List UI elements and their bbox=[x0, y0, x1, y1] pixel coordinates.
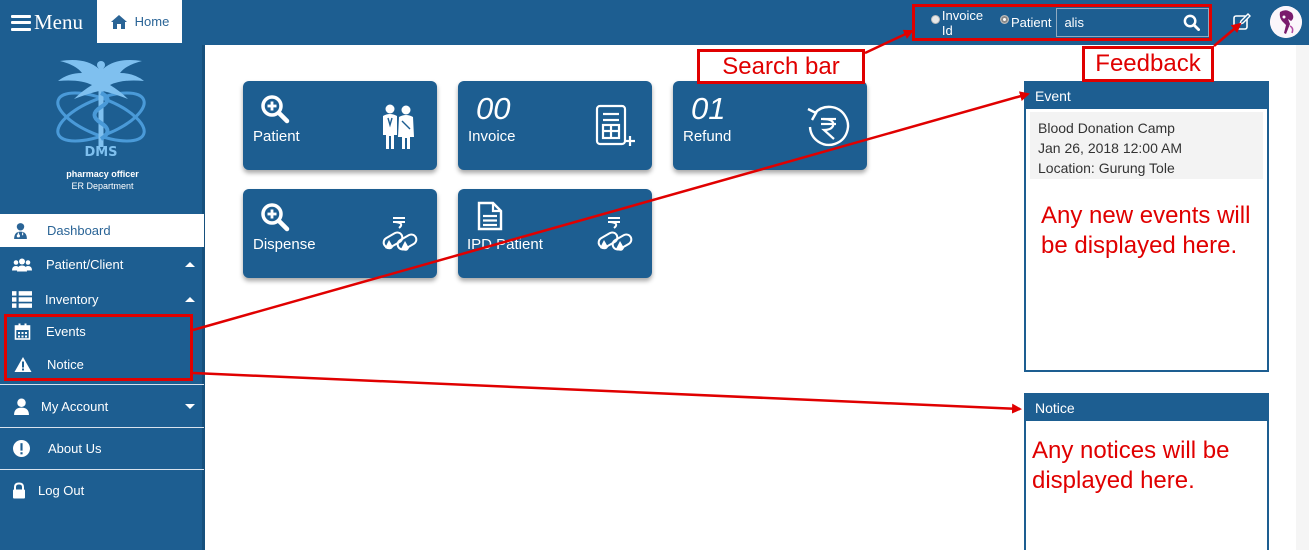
user-md-icon bbox=[14, 223, 27, 239]
notice-annotation: Any notices will be displayed here. bbox=[1032, 437, 1230, 494]
rupee-refund-icon bbox=[807, 105, 850, 147]
document-icon bbox=[477, 201, 503, 231]
sidebar-item-dashboard[interactable]: Dashboard bbox=[0, 214, 204, 247]
radio-invoice-id[interactable]: Invoice Id bbox=[931, 8, 997, 38]
search-icon[interactable] bbox=[1183, 14, 1200, 31]
tile-dispense[interactable]: Dispense bbox=[243, 189, 437, 278]
event-panel: Event Blood Donation Camp Jan 26, 2018 1… bbox=[1024, 81, 1269, 372]
svg-text:DMS: DMS bbox=[84, 145, 117, 160]
tile-refund[interactable]: 01 Refund bbox=[673, 81, 867, 170]
chevron-up-icon bbox=[185, 262, 195, 267]
search-plus-icon bbox=[261, 203, 290, 232]
notice-panel: Notice Any notices will be displayed her… bbox=[1024, 393, 1269, 550]
scrollbar[interactable] bbox=[1296, 45, 1309, 550]
sidebar-item-label: Log Out bbox=[38, 483, 85, 498]
user-icon bbox=[14, 398, 29, 415]
user-avatar[interactable] bbox=[1270, 6, 1302, 38]
sidebar-divider bbox=[0, 384, 204, 385]
sidebar-item-label: Dashboard bbox=[47, 223, 111, 238]
sidebar-item-patient-client[interactable]: Patient/Client bbox=[0, 248, 204, 281]
user-department: ER Department bbox=[71, 181, 134, 191]
radio-patient[interactable]: Patient bbox=[999, 15, 1052, 30]
dms-logo: DMS bbox=[56, 60, 146, 160]
search-bar-callout: Search bar bbox=[697, 49, 865, 84]
tile-label: IPD Patient bbox=[467, 236, 543, 253]
event-location: Location: Gurung Tole bbox=[1038, 160, 1175, 176]
tile-label: Dispense bbox=[253, 236, 316, 253]
feedback-callout: Feedback bbox=[1082, 46, 1214, 82]
sidebar: DMS pharmacy officer ER Department Dashb… bbox=[0, 45, 205, 550]
sidebar-item-label: Inventory bbox=[45, 292, 99, 307]
menu-toggle-button[interactable]: Menu bbox=[0, 0, 97, 45]
event-panel-title: Event bbox=[1026, 83, 1267, 109]
capsule-dispense-icon bbox=[597, 217, 633, 251]
tile-count: 01 bbox=[691, 91, 726, 126]
search-plus-icon bbox=[261, 95, 290, 124]
events-notice-highlight bbox=[4, 314, 193, 381]
tab-home-label: Home bbox=[134, 14, 170, 29]
lock-icon bbox=[13, 482, 25, 499]
tile-invoice[interactable]: 00 Invoice bbox=[458, 81, 652, 170]
tile-label: Refund bbox=[683, 128, 732, 145]
tile-ipd-patient[interactable]: IPD Patient bbox=[458, 189, 652, 278]
users-icon bbox=[12, 258, 32, 272]
sidebar-item-inventory[interactable]: Inventory bbox=[0, 283, 204, 316]
search-input[interactable]: alis bbox=[1056, 8, 1209, 37]
list-icon bbox=[12, 291, 32, 308]
event-annotation: Any new events will be displayed here. bbox=[1041, 202, 1251, 259]
user-role: pharmacy officer bbox=[66, 169, 139, 179]
radio-dot-selected bbox=[999, 15, 1009, 24]
chevron-down-icon bbox=[185, 404, 195, 409]
top-navbar: Menu Home Invoice Id Patient alis bbox=[0, 0, 1309, 45]
notice-panel-title: Notice bbox=[1026, 395, 1267, 421]
tab-home[interactable]: Home bbox=[97, 0, 182, 43]
radio-patient-label: Patient bbox=[1010, 15, 1052, 30]
sidebar-divider bbox=[0, 427, 204, 428]
feedback-edit-icon[interactable] bbox=[1232, 12, 1252, 32]
search-query[interactable]: alis bbox=[1064, 15, 1084, 30]
radio-dot bbox=[931, 15, 940, 24]
event-name: Blood Donation Camp bbox=[1038, 120, 1175, 136]
sidebar-item-log-out[interactable]: Log Out bbox=[0, 474, 204, 507]
sidebar-item-label: Patient/Client bbox=[46, 257, 124, 272]
search-bar: Invoice Id Patient alis bbox=[912, 4, 1212, 41]
avatar-image bbox=[1270, 6, 1302, 38]
event-entry[interactable]: Blood Donation Camp Jan 26, 2018 12:00 A… bbox=[1030, 112, 1263, 179]
doctor-patient-icon bbox=[383, 104, 414, 149]
radio-invoice-id-label: Invoice Id bbox=[941, 7, 984, 38]
tile-label: Invoice bbox=[468, 128, 516, 145]
chevron-up-icon bbox=[185, 297, 195, 302]
sidebar-item-label: My Account bbox=[41, 399, 109, 414]
sidebar-item-label: About Us bbox=[48, 441, 102, 456]
capsule-dispense-icon bbox=[382, 217, 418, 251]
menu-label: Menu bbox=[34, 10, 83, 34]
info-icon bbox=[13, 440, 30, 457]
tile-patient[interactable]: Patient bbox=[243, 81, 437, 170]
sidebar-item-about-us[interactable]: About Us bbox=[0, 432, 204, 465]
hamburger-icon bbox=[11, 14, 31, 31]
tile-count: 00 bbox=[476, 91, 511, 126]
event-datetime: Jan 26, 2018 12:00 AM bbox=[1038, 140, 1182, 156]
sidebar-item-my-account[interactable]: My Account bbox=[0, 390, 204, 423]
sidebar-divider bbox=[0, 469, 204, 470]
invoice-add-icon bbox=[595, 104, 635, 146]
home-icon bbox=[110, 14, 127, 29]
tile-label: Patient bbox=[253, 128, 300, 145]
